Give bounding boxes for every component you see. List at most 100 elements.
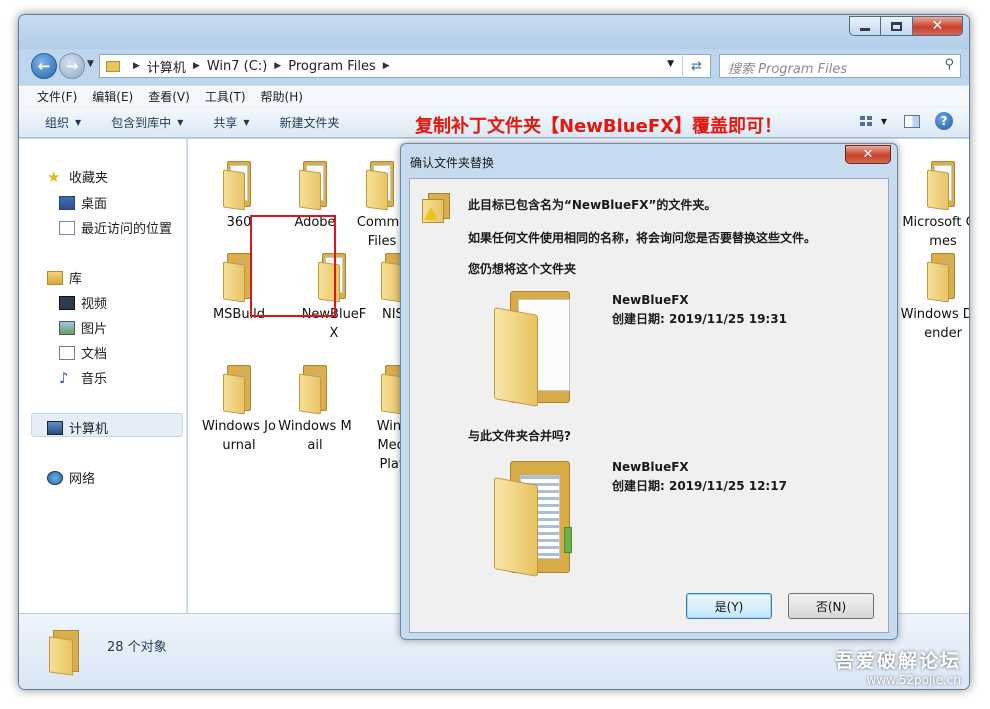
nav-desktop[interactable]: 桌面 xyxy=(59,193,107,212)
close-icon: ✕ xyxy=(862,147,874,162)
folder-icon xyxy=(49,630,83,676)
computer-icon xyxy=(47,420,63,435)
preview-pane-button[interactable] xyxy=(903,113,921,129)
chevron-right-icon[interactable]: ▶ xyxy=(193,61,200,71)
share-button[interactable]: 共享 ▼ xyxy=(213,114,249,131)
folder-icon xyxy=(297,365,333,415)
yes-label: 是(Y) xyxy=(714,599,744,614)
minimize-icon xyxy=(860,27,870,31)
change-view-button[interactable] xyxy=(857,113,875,129)
chevron-down-icon: ▼ xyxy=(243,118,250,127)
menu-tools[interactable]: 工具(T) xyxy=(205,88,246,105)
organize-label: 组织 xyxy=(45,116,70,130)
star-icon: ★ xyxy=(47,167,61,186)
nav-computer-label: 计算机 xyxy=(69,422,109,437)
search-icon[interactable]: ⚲ xyxy=(944,57,954,72)
folder-item-windows-journal[interactable]: Windows Journal xyxy=(200,365,278,455)
preview-pane-icon xyxy=(904,114,920,128)
nav-documents[interactable]: 文档 xyxy=(59,343,107,362)
folder-icon xyxy=(221,161,257,211)
forward-button[interactable]: → xyxy=(59,53,85,79)
item-count: 28 个对象 xyxy=(107,640,167,655)
annotation-text: 复制补丁文件夹【NewBlueFX】覆盖即可！ xyxy=(415,116,782,137)
chevron-right-icon[interactable]: ▶ xyxy=(274,61,281,71)
no-button[interactable]: 否(N) xyxy=(788,593,874,619)
title-bar: ✕ xyxy=(19,15,969,49)
search-placeholder: 搜索 Program Files xyxy=(728,62,848,77)
view-options-dropdown[interactable]: ▼ xyxy=(879,113,889,129)
folder-icon xyxy=(221,365,257,415)
menu-help[interactable]: 帮助(H) xyxy=(261,88,303,105)
breadcrumb: ▶ 计算机 ▶ Win7 (C:) ▶ Program Files ▶ xyxy=(126,57,397,76)
minimize-button[interactable] xyxy=(849,16,881,36)
nav-computer[interactable]: 计算机 xyxy=(47,418,108,437)
folder-item-windows-defender[interactable]: Windows Defender xyxy=(900,253,969,343)
nav-libraries[interactable]: 库 xyxy=(47,268,82,287)
folder-item-microsoft-games[interactable]: Microsoft Games xyxy=(900,161,969,251)
dialog-question-merge-source: 您仍想将这个文件夹 xyxy=(468,262,577,276)
caption-buttons: ✕ xyxy=(849,16,963,36)
help-button[interactable]: ? xyxy=(935,112,953,130)
folder-item-windows-mail[interactable]: Windows Mail xyxy=(276,365,354,455)
source-folder-date: 创建日期: 2019/11/25 19:31 xyxy=(612,312,787,326)
dialog-body: 此目标已包含名为“NewBlueFX”的文件夹。 如果任何文件使用相同的名称，将… xyxy=(409,178,889,633)
include-library-label: 包含到库中 xyxy=(111,116,172,130)
help-icon: ? xyxy=(940,114,948,128)
nav-network[interactable]: 网络 xyxy=(47,468,95,487)
folder-warning-icon xyxy=(422,193,452,223)
back-button[interactable]: ← xyxy=(31,53,57,79)
arrow-left-icon: ← xyxy=(37,57,51,75)
folder-icon xyxy=(925,161,961,211)
nav-music[interactable]: ♪ 音乐 xyxy=(59,368,107,387)
dialog-close-button[interactable]: ✕ xyxy=(845,145,891,164)
new-folder-button[interactable]: 新建文件夹 xyxy=(280,114,340,131)
chevron-right-icon[interactable]: ▶ xyxy=(383,61,390,71)
menu-bar: 文件(F) 编辑(E) 查看(V) 工具(T) 帮助(H) xyxy=(19,85,969,107)
highlight-annotation-box xyxy=(250,215,336,317)
refresh-icon: ⇄ xyxy=(691,58,702,74)
no-label: 否(N) xyxy=(815,599,847,614)
view-grid-icon xyxy=(860,116,872,126)
recent-pages-dropdown[interactable]: ▼ xyxy=(87,59,94,69)
share-label: 共享 xyxy=(213,116,238,130)
chevron-right-icon[interactable]: ▶ xyxy=(133,61,140,71)
command-bar: 组织 ▼ 包含到库中 ▼ 共享 ▼ 新建文件夹 复制补丁文件夹【NewBlueFX】覆… xyxy=(19,107,969,138)
folder-label: Microsoft Games xyxy=(902,215,969,249)
confirm-folder-replace-dialog: 确认文件夹替换 ✕ 此目标已包含名为“NewBlueFX”的文件夹。 如果任何文… xyxy=(400,143,898,640)
address-history-dropdown[interactable]: ▼ xyxy=(667,59,674,69)
menu-view[interactable]: 查看(V) xyxy=(148,88,190,105)
dialog-message-files: 如果任何文件使用相同的名称，将会询问您是否要替换这些文件。 xyxy=(468,231,817,245)
address-bar[interactable]: ▶ 计算机 ▶ Win7 (C:) ▶ Program Files ▶ ▼ ⇄ xyxy=(99,54,711,78)
recent-places-icon xyxy=(59,220,75,235)
folder-icon xyxy=(297,161,333,211)
nav-videos[interactable]: 视频 xyxy=(59,293,107,312)
menu-edit[interactable]: 编辑(E) xyxy=(92,88,133,105)
yes-button[interactable]: 是(Y) xyxy=(686,593,772,619)
nav-music-label: 音乐 xyxy=(81,372,108,387)
target-folder-name: NewBlueFX xyxy=(612,460,689,474)
include-library-button[interactable]: 包含到库中 ▼ xyxy=(111,114,183,131)
nav-pictures[interactable]: 图片 xyxy=(59,318,107,337)
library-icon xyxy=(47,270,63,285)
breadcrumb-program-files[interactable]: Program Files xyxy=(288,59,376,74)
nav-pictures-label: 图片 xyxy=(81,322,108,337)
close-icon: ✕ xyxy=(931,18,944,34)
maximize-button[interactable] xyxy=(881,16,913,36)
network-icon xyxy=(47,470,63,485)
breadcrumb-drive[interactable]: Win7 (C:) xyxy=(207,59,267,74)
nav-recent-label: 最近访问的位置 xyxy=(81,222,173,237)
watermark-title: 吾爱破解论坛 xyxy=(834,650,961,672)
folder-icon xyxy=(925,253,961,303)
video-icon xyxy=(59,295,75,310)
menu-file[interactable]: 文件(F) xyxy=(37,88,77,105)
organize-button[interactable]: 组织 ▼ xyxy=(45,114,81,131)
close-button[interactable]: ✕ xyxy=(913,16,963,36)
search-input[interactable]: 搜索 Program Files ⚲ xyxy=(719,54,961,78)
nav-recent[interactable]: 最近访问的位置 xyxy=(59,218,172,237)
nav-videos-label: 视频 xyxy=(81,297,108,312)
nav-favorites[interactable]: ★ 收藏夹 xyxy=(47,167,108,186)
refresh-button[interactable]: ⇄ xyxy=(682,54,710,78)
maximize-icon xyxy=(891,21,902,31)
breadcrumb-computer[interactable]: 计算机 xyxy=(147,57,186,76)
navigation-pane: ★ 收藏夹 桌面 最近访问的位置 库 视频 图片 文档 ♪ 音乐 计算机 网络 xyxy=(19,139,187,613)
